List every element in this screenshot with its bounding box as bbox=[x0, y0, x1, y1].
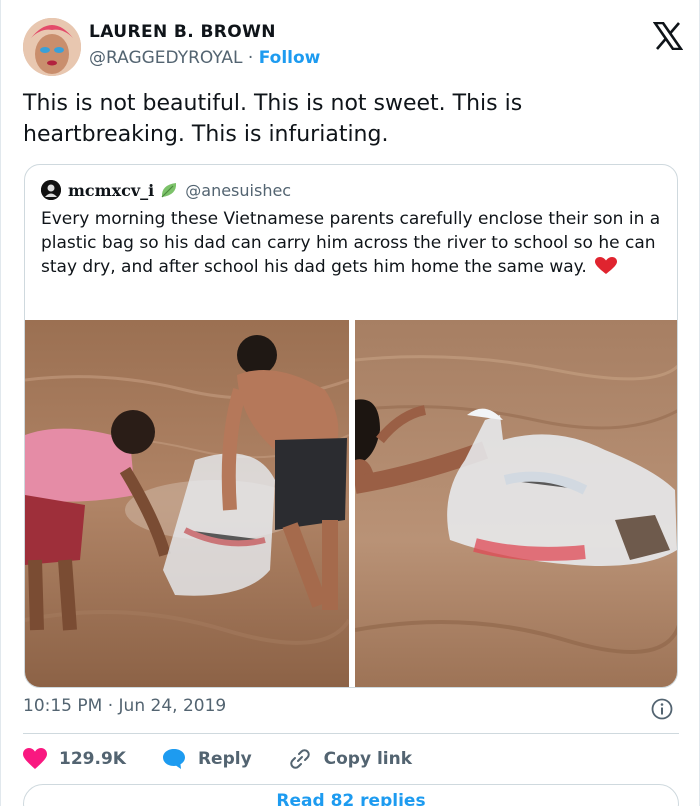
author-info: LAUREN B. BROWN @RAGGEDYROYAL · Follow bbox=[89, 22, 320, 68]
tweet-timestamp[interactable]: 10:15 PM · Jun 24, 2019 bbox=[23, 696, 226, 716]
separator-dot: · bbox=[247, 48, 254, 68]
tweet-text: This is not beautiful. This is not sweet… bbox=[23, 91, 523, 147]
reply-bubble-icon bbox=[162, 749, 185, 769]
red-heart-emoji-icon bbox=[594, 257, 617, 274]
like-count: 129.9K bbox=[59, 749, 126, 769]
photo-left[interactable] bbox=[25, 320, 349, 687]
quoted-tweet-header: mcmxcv_i @anesuishec bbox=[41, 179, 291, 201]
info-icon[interactable] bbox=[651, 698, 673, 720]
action-bar: 129.9K Reply Copy link bbox=[23, 744, 448, 774]
copy-link-button[interactable]: Copy link bbox=[288, 747, 412, 771]
quoted-media bbox=[25, 320, 677, 687]
tweet-card: LAUREN B. BROWN @RAGGEDYROYAL · Follow T… bbox=[0, 0, 700, 806]
copy-link-label: Copy link bbox=[323, 749, 413, 769]
author-handle[interactable]: @RAGGEDYROYAL bbox=[89, 48, 243, 68]
x-logo-icon[interactable] bbox=[653, 22, 683, 50]
like-button[interactable]: 129.9K bbox=[23, 748, 126, 770]
quoted-text-body: Every morning these Vietnamese parents c… bbox=[41, 209, 661, 277]
author-avatar[interactable] bbox=[23, 18, 81, 76]
heart-icon bbox=[23, 748, 47, 769]
leaf-icon bbox=[161, 183, 177, 198]
reply-button[interactable]: Reply bbox=[162, 748, 252, 770]
quoted-tweet[interactable]: mcmxcv_i @anesuishec Every morning these… bbox=[24, 164, 678, 688]
author-handle-line: @RAGGEDYROYAL · Follow bbox=[89, 48, 320, 68]
quoted-handle[interactable]: @anesuishec bbox=[185, 181, 291, 200]
quoted-text: Every morning these Vietnamese parents c… bbox=[41, 207, 666, 279]
tweet-date: Jun 24, 2019 bbox=[118, 696, 227, 716]
follow-button[interactable]: Follow bbox=[259, 48, 321, 68]
photo-right[interactable] bbox=[355, 320, 677, 687]
link-icon bbox=[289, 749, 310, 769]
read-replies-button[interactable]: Read 82 replies bbox=[23, 784, 679, 806]
author-name[interactable]: LAUREN B. BROWN bbox=[89, 22, 320, 46]
quoted-name[interactable]: mcmxcv_i bbox=[68, 181, 154, 200]
divider bbox=[23, 733, 679, 734]
tweet-time: 10:15 PM bbox=[23, 696, 103, 716]
timestamp-separator: · bbox=[107, 696, 114, 716]
reply-label: Reply bbox=[197, 749, 252, 769]
tweet-header: LAUREN B. BROWN @RAGGEDYROYAL · Follow bbox=[23, 16, 683, 78]
quoted-avatar[interactable] bbox=[41, 180, 61, 200]
